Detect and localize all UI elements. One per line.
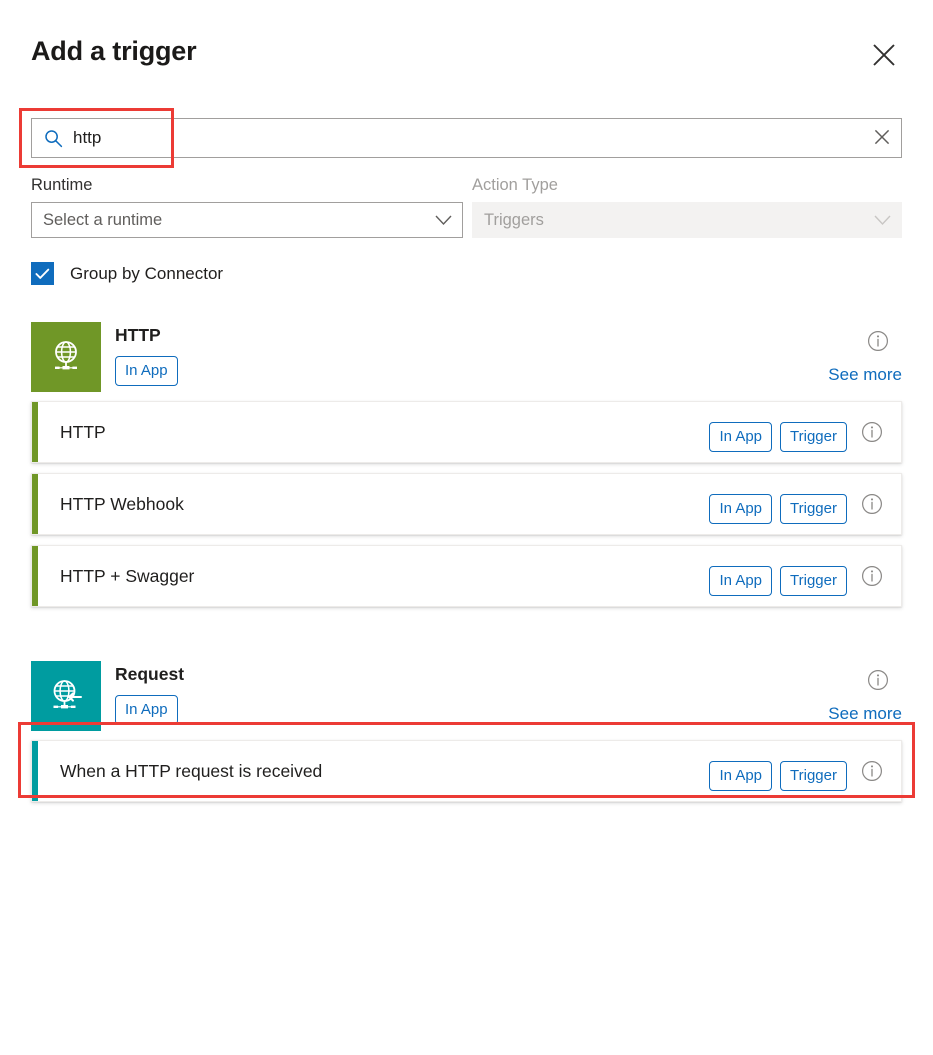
runtime-field: Runtime Select a runtime [31, 176, 463, 238]
operation-accent-bar [32, 474, 38, 534]
badge-trigger[interactable]: Trigger [780, 566, 847, 596]
badge-in-app[interactable]: In App [709, 422, 773, 452]
operation-label: HTTP + Swagger [60, 565, 195, 586]
connector-meta: HTTP In App [115, 325, 178, 386]
runtime-dropdown[interactable]: Select a runtime [31, 202, 463, 238]
action-type-dropdown: Triggers [472, 202, 902, 238]
close-icon [871, 42, 897, 68]
info-icon[interactable] [867, 330, 889, 357]
operation-accent-bar [32, 741, 38, 801]
search-input[interactable] [73, 128, 863, 148]
info-icon[interactable] [861, 421, 883, 443]
see-more-link[interactable]: See more [828, 704, 902, 724]
globe-network-icon [31, 322, 101, 392]
badge-in-app[interactable]: In App [709, 761, 773, 791]
runtime-selected-value: Select a runtime [43, 210, 163, 229]
group-by-connector-label: Group by Connector [70, 263, 224, 283]
clear-search-button[interactable] [863, 119, 901, 157]
connector-group-request: Request In App See more When a HTTP requ… [0, 651, 933, 802]
group-by-connector-checkbox-row[interactable]: Group by Connector [31, 262, 223, 285]
operation-label: When a HTTP request is received [60, 760, 323, 781]
badge-in-app[interactable]: In App [709, 566, 773, 596]
runtime-label: Runtime [31, 176, 93, 194]
page-title: Add a trigger [31, 36, 197, 66]
see-more-link[interactable]: See more [828, 365, 902, 385]
operation-row[interactable]: When a HTTP request is received In App T… [31, 740, 902, 802]
add-trigger-panel: Add a trigger R [0, 0, 933, 1055]
info-icon[interactable] [861, 565, 883, 587]
results-list: HTTP In App See more HTTP In App Trigger… [0, 312, 933, 820]
search-box[interactable] [31, 118, 902, 158]
operation-badges: In App Trigger [709, 412, 847, 452]
chevron-down-icon [874, 215, 891, 226]
action-type-label: Action Type [472, 176, 558, 194]
badge-trigger[interactable]: Trigger [780, 422, 847, 452]
panel-header: Add a trigger [0, 0, 933, 96]
chevron-down-icon [435, 215, 452, 226]
close-button[interactable] [867, 38, 901, 72]
operation-label: HTTP [60, 421, 106, 442]
connector-group-http: HTTP In App See more HTTP In App Trigger… [0, 312, 933, 607]
globe-incoming-arrow-icon [31, 661, 101, 731]
operation-row[interactable]: HTTP + Swagger In App Trigger [31, 545, 902, 607]
search-icon [44, 129, 63, 148]
connector-header: Request In App See more [0, 651, 933, 731]
action-type-selected-value: Triggers [484, 210, 544, 229]
clear-icon [872, 127, 892, 150]
badge-trigger[interactable]: Trigger [780, 494, 847, 524]
connector-header: HTTP In App See more [0, 312, 933, 392]
connector-name: Request [115, 664, 185, 684]
operation-list: HTTP In App Trigger HTTP Webhook In App … [0, 401, 933, 607]
operation-badges: In App Trigger [709, 751, 847, 791]
operation-badges: In App Trigger [709, 484, 847, 524]
connector-meta: Request In App [115, 664, 184, 725]
badge-trigger[interactable]: Trigger [780, 761, 847, 791]
group-by-connector-checkbox[interactable] [31, 262, 54, 285]
check-icon [35, 268, 50, 279]
badge-in-app[interactable]: In App [709, 494, 773, 524]
connector-badge-in-app[interactable]: In App [115, 695, 178, 725]
action-type-field: Action Type Triggers [472, 176, 902, 238]
operation-badges: In App Trigger [709, 556, 847, 596]
operation-accent-bar [32, 546, 38, 606]
info-icon[interactable] [861, 760, 883, 782]
connector-name: HTTP [115, 325, 161, 345]
operation-list: When a HTTP request is received In App T… [0, 740, 933, 802]
operation-row[interactable]: HTTP In App Trigger [31, 401, 902, 463]
operation-accent-bar [32, 402, 38, 462]
operation-label: HTTP Webhook [60, 493, 184, 514]
info-icon[interactable] [861, 493, 883, 515]
operation-row[interactable]: HTTP Webhook In App Trigger [31, 473, 902, 535]
connector-badge-in-app[interactable]: In App [115, 356, 178, 386]
info-icon[interactable] [867, 669, 889, 696]
